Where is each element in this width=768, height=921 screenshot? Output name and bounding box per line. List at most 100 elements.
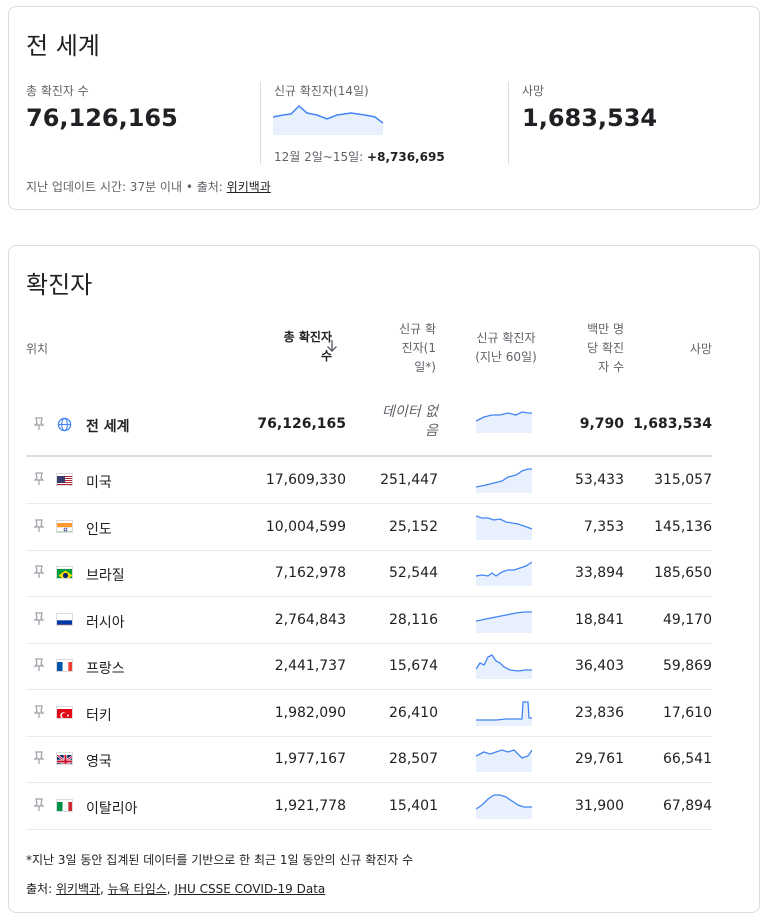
globe-icon (57, 417, 72, 432)
header-pm-line1: 백만 명 (587, 322, 624, 336)
flag-in-icon (56, 519, 73, 533)
flag-tr-icon (56, 705, 73, 719)
total-cases: 1,982,090 (274, 704, 346, 721)
deaths-value: 1,683,534 (522, 104, 658, 132)
total-cases-label: 총 확진자 수 (26, 84, 89, 98)
table-row[interactable]: 영국 1,977,167 28,507 29,761 66,541 (26, 736, 712, 783)
table-row[interactable]: 터키 1,982,090 26,410 23,836 17,610 (26, 690, 712, 737)
table-row-world[interactable]: 전 세계 76,126,165 데이터 없 음 9,790 1,683,534 (26, 393, 712, 457)
cases-per-million: 18,841 (575, 611, 624, 628)
header-new-line1: 신규 확 (399, 322, 436, 336)
source-link-wikipedia[interactable]: 위키백과 (56, 882, 100, 896)
footnote: *지난 3일 동안 집계된 데이터를 기반으로 한 최근 1일 동안의 신규 확… (26, 853, 414, 867)
table-row[interactable]: 미국 17,609,330 251,447 53,433 315,057 (26, 457, 712, 504)
cases-per-million: 53,433 (575, 472, 624, 488)
country-name: 터키 (86, 707, 112, 724)
cases-per-million: 23,836 (575, 704, 624, 721)
country-name: 러시아 (86, 614, 125, 631)
total-cases: 1,921,778 (274, 797, 346, 814)
sort-down-arrow-icon[interactable] (326, 339, 338, 353)
header-total-line2: 수 (320, 349, 332, 363)
cases-title: 확진자 (26, 271, 93, 299)
header-new-line2: 진자(1 (401, 341, 436, 355)
sparkline (476, 514, 532, 540)
pin-icon[interactable] (33, 611, 45, 626)
flag-ru-icon (56, 612, 73, 626)
total-cases: 2,441,737 (274, 658, 346, 674)
new-cases-range-text: 12월 2일~15일: (274, 150, 364, 164)
sources-prefix: 출처: (26, 882, 53, 896)
table-row[interactable]: 브라질 7,162,978 52,544 33,894 185,650 (26, 550, 712, 597)
header-per-million[interactable]: 백만 명 당 확진 자 수 (566, 321, 624, 377)
header-location[interactable]: 위치 (26, 340, 48, 359)
new-cases: 15,674 (389, 658, 438, 674)
cases-per-million: 7,353 (583, 518, 624, 535)
country-name: 브라질 (86, 568, 125, 584)
header-new-cases[interactable]: 신규 확 진자(1 일*) (374, 321, 436, 377)
sparkline (476, 793, 532, 819)
deaths: 17,610 (663, 704, 712, 721)
total-cases-value: 76,126,165 (26, 104, 178, 132)
sparkline (476, 700, 532, 726)
cases-table: 위치 총 확진자 수 신규 확 진자(1 일*) 신규 확진자 (지난 60일)… (26, 321, 726, 833)
table-row[interactable]: 프랑스 2,441,737 15,674 36,403 59,869 (26, 643, 712, 690)
sparkline (476, 411, 532, 433)
header-deaths[interactable]: 사망 (646, 340, 712, 359)
divider (508, 82, 509, 164)
deaths: 49,170 (663, 611, 712, 628)
pin-icon[interactable] (33, 704, 45, 719)
header-pm-line2: 당 확진 (587, 341, 624, 355)
sparkline (476, 749, 532, 772)
sources-line: 출처: 위키백과, 뉴욕 타임스, JHU CSSE COVID-19 Data (26, 882, 326, 896)
cases-per-million: 33,894 (575, 565, 624, 581)
sparkline (476, 654, 532, 679)
pin-icon[interactable] (33, 658, 45, 672)
new-cases-label: 신규 확진자(14일) (274, 84, 369, 98)
deaths: 66,541 (663, 751, 712, 767)
sparkline (476, 561, 532, 586)
new-cases: 15,401 (389, 797, 438, 814)
new-cases-value: +8,736,695 (367, 150, 445, 164)
new-cases-14d-sparkline (273, 104, 384, 135)
deaths: 145,136 (654, 518, 712, 535)
pin-icon[interactable] (33, 797, 45, 812)
source-link-jhu[interactable]: JHU CSSE COVID-19 Data (174, 882, 325, 896)
cases-per-million: 36,403 (575, 658, 624, 674)
table-row[interactable]: 인도 10,004,599 25,152 7,353 145,136 (26, 504, 712, 551)
pin-icon[interactable] (33, 472, 45, 486)
new-cases: 25,152 (389, 518, 438, 535)
deaths: 59,869 (663, 658, 712, 674)
country-name: 영국 (86, 754, 112, 770)
deaths: 67,894 (663, 797, 712, 814)
table-row[interactable]: 러시아 2,764,843 28,116 18,841 49,170 (26, 597, 712, 644)
header-spark-line1: 신규 확진자 (476, 331, 536, 345)
pin-icon[interactable] (33, 518, 45, 533)
pin-icon[interactable] (33, 565, 45, 579)
total-cases: 17,609,330 (265, 472, 346, 488)
summary-card: 전 세계 총 확진자 수 76,126,165 신규 확진자(14일) 12월 … (8, 6, 760, 210)
flag-it-icon (56, 798, 73, 812)
last-updated-text: 지난 업데이트 시간: 37분 이내 • 출처: (26, 180, 223, 194)
new-cases-no-data: 데이터 없 음 (356, 403, 438, 441)
deaths: 185,650 (654, 565, 712, 581)
header-total-cases[interactable]: 총 확진자 수 (250, 328, 332, 366)
country-name: 전 세계 (86, 419, 130, 435)
header-spark-line2: (지난 60일) (475, 350, 537, 364)
new-cases: 251,447 (380, 472, 438, 488)
total-cases: 2,764,843 (274, 611, 346, 628)
country-name: 이탈리아 (86, 800, 138, 817)
source-link-nytimes[interactable]: 뉴욕 타임스 (108, 882, 167, 896)
deaths-label: 사망 (522, 84, 545, 98)
flag-br-icon (56, 566, 73, 579)
source-link-wikipedia[interactable]: 위키백과 (227, 180, 271, 194)
new-cases: 52,544 (389, 565, 438, 581)
table-row[interactable]: 이탈리아 1,921,778 15,401 31,900 67,894 (26, 783, 712, 830)
no-data-line1: 데이터 없 (382, 404, 438, 420)
new-cases: 28,116 (389, 611, 438, 628)
country-name: 미국 (86, 475, 112, 491)
header-sparkline: 신규 확진자 (지난 60일) (456, 329, 556, 367)
pin-icon[interactable] (33, 417, 45, 431)
sparkline (476, 610, 532, 633)
header-total-line1: 총 확진자 (283, 330, 332, 344)
pin-icon[interactable] (33, 751, 45, 765)
